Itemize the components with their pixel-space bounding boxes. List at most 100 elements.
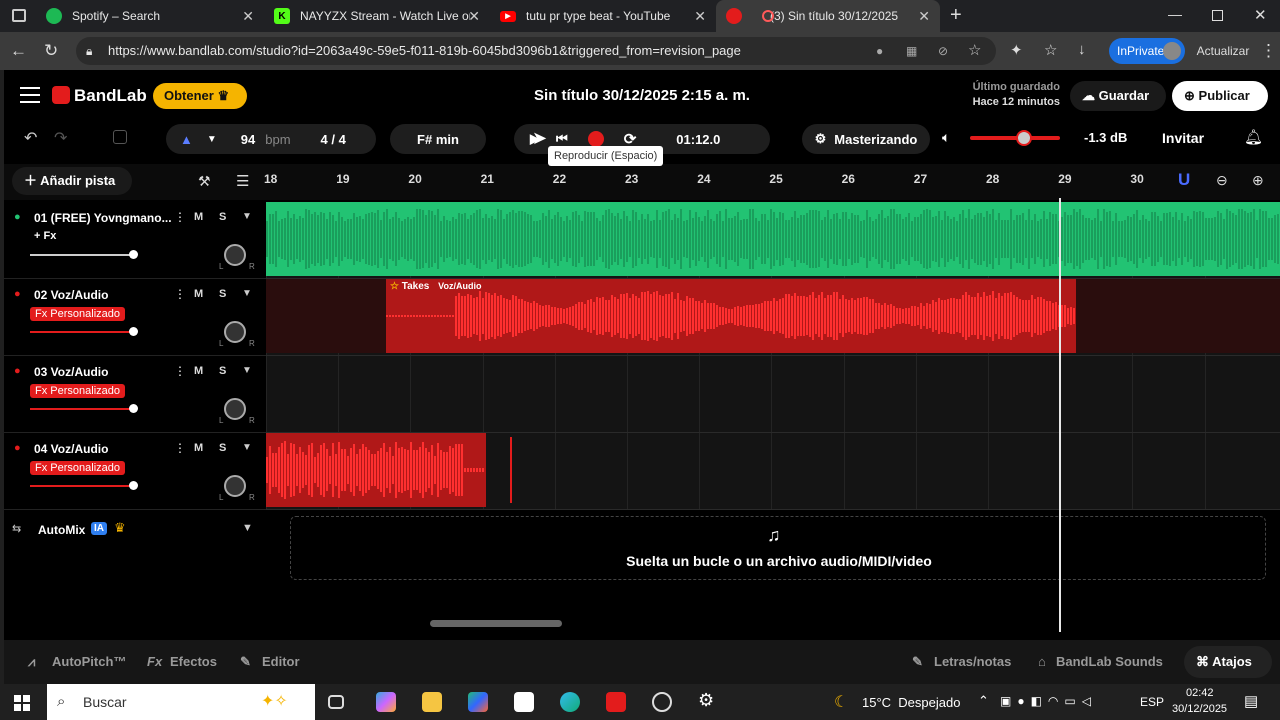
tab-kick[interactable]: K NAYYZX Stream - Watch Live on K ✕ [264,0,490,32]
task-view-icon[interactable] [328,695,344,709]
minimize-icon[interactable]: — [1168,6,1182,22]
more-icon[interactable]: ⋮ [174,287,186,301]
track-name[interactable]: 04 Voz/Audio [34,442,108,456]
mastering-button[interactable]: ⚙ Masterizando [802,124,930,154]
undo-icon[interactable]: ↶ [24,128,37,148]
track-name[interactable]: 01 (FREE) Yovngmano... [34,211,172,225]
effects-button[interactable]: Efectos [170,654,217,669]
master-volume-slider[interactable] [970,130,1060,146]
winrar-icon[interactable] [606,692,626,712]
solo-button[interactable]: S [219,365,226,377]
track-lane[interactable]: ☆ Takes Voz/Audio [266,279,1280,356]
horizontal-scrollbar[interactable] [430,620,562,627]
track-header[interactable]: ● 04 Voz/Audio ⋮ M S ▼ Fx Personalizado L R [4,433,266,510]
clock-date[interactable]: 30/12/2025 [1172,703,1227,715]
favorite-star-icon[interactable]: ☆ [968,37,981,65]
copilot-icon[interactable] [376,692,396,712]
mute-button[interactable]: M [194,365,203,377]
track-name[interactable]: 03 Voz/Audio [34,365,108,379]
chevron-down-icon[interactable]: ▼ [242,442,252,453]
file-explorer-icon[interactable] [422,692,442,712]
downloads-icon[interactable]: ↓ [1078,41,1086,58]
bandlab-sounds-button[interactable]: BandLab Sounds [1056,654,1163,669]
slider-handle[interactable] [128,327,138,336]
chevron-down-icon[interactable]: ▼ [242,365,252,376]
close-window-icon[interactable]: ✕ [1254,6,1267,24]
slider-handle[interactable] [128,250,138,259]
time-signature[interactable]: 4 / 4 [321,132,346,147]
tray-icons[interactable]: ▣●◧◠▭◁ [1000,694,1097,708]
new-tab-icon[interactable]: + [950,4,962,27]
close-icon[interactable]: ✕ [918,8,930,25]
close-icon[interactable]: ✕ [242,8,254,25]
mute-button[interactable]: M [194,211,203,223]
notifications-icon[interactable]: ▤ [1244,692,1258,710]
obs-icon[interactable] [652,692,672,712]
clock-time[interactable]: 02:42 [1186,687,1214,699]
weather[interactable]: 15°C Despejado [862,695,960,710]
pan-knob[interactable] [224,244,246,266]
shortcuts-button[interactable]: ⌘ Atajos [1184,646,1272,678]
speaker-icon[interactable]: 🔈︎ [942,129,950,146]
save-button[interactable]: ☁ Guardar [1070,81,1166,111]
metronome-icon[interactable]: ▲ [180,132,193,147]
slider-handle[interactable] [128,481,138,490]
favorites-icon[interactable]: ☆ [1044,41,1057,59]
audio-region[interactable] [266,202,1280,276]
tab-youtube[interactable]: ▶ tutu pr type beat - YouTube ✕ [490,0,716,32]
fx-button[interactable]: + Fx [34,230,56,242]
audio-region[interactable]: ☆ Takes Voz/Audio [386,279,1076,353]
mic-icon[interactable]: ● [14,365,21,377]
chevron-down-icon[interactable]: ▼ [242,211,252,222]
drop-zone[interactable]: ♫ Suelta un bucle o un archivo audio/MID… [290,516,1266,580]
more-icon[interactable]: ⋮ [174,364,186,378]
mic-icon[interactable]: ● [14,442,21,454]
mic-icon[interactable]: ● [14,211,21,223]
language[interactable]: ESP [1140,695,1164,709]
metronome-pill[interactable]: ▲ ▼ 94 bpm 4 / 4 [166,124,376,154]
refresh-icon[interactable]: ↻ [44,41,58,61]
track-header[interactable]: ● 02 Voz/Audio ⋮ M S ▼ Fx Personalizado L R [4,279,266,356]
redo-icon[interactable]: ↷ [54,128,67,148]
track-name[interactable]: 02 Voz/Audio [34,288,108,302]
loop-region-icon[interactable] [113,130,127,144]
close-icon[interactable]: ✕ [694,8,706,25]
tab-spotify[interactable]: Spotify – Search ✕ [36,0,264,32]
track-lane[interactable] [266,356,1280,433]
taskbar-search[interactable]: ⌕ Buscar ✦✧ [47,684,315,720]
project-title[interactable]: Sin título 30/12/2025 2:15 a. m. [484,87,800,104]
track-lane[interactable] [266,433,1280,510]
track-volume-slider[interactable] [30,481,138,490]
track-settings-icon[interactable]: ☰ [236,172,249,190]
solo-button[interactable]: S [219,288,226,300]
add-track-button[interactable]: ＋ Añadir pista [12,167,132,195]
lyrics-button[interactable]: Letras/notas [934,654,1011,669]
fx-button[interactable]: Fx Personalizado [30,384,125,398]
zoom-out-icon[interactable]: ⊖ [1216,172,1228,189]
more-icon[interactable]: ⋮ [174,210,186,224]
solo-button[interactable]: S [219,442,226,454]
solo-button[interactable]: S [219,211,226,223]
store-icon[interactable] [514,692,534,712]
more-icon[interactable]: ⋮ [1260,41,1277,61]
pan-knob[interactable] [224,475,246,497]
pan-knob[interactable] [224,398,246,420]
app-icon[interactable]: ▦ [906,37,917,65]
tuning-fork-icon[interactable]: ⚒ [198,173,211,190]
edge-icon[interactable] [560,692,580,712]
tracking-prevention-icon[interactable]: ⊘ [938,37,948,65]
automix-label[interactable]: AutoMix [38,523,85,537]
tab-actions-icon[interactable] [12,9,26,22]
zoom-in-icon[interactable]: ⊕ [1252,172,1264,189]
ruler[interactable] [266,164,1166,200]
mic-icon[interactable]: ● [876,37,883,65]
key-selector[interactable]: F# min [390,124,486,154]
obtener-button[interactable]: Obtener ♛ [153,83,247,109]
skip-back-icon[interactable]: ⏮ [556,131,568,147]
windows-start-icon[interactable] [14,695,30,711]
more-icon[interactable]: ⋮ [174,441,186,455]
settings-gear-icon[interactable]: ⚙ [698,690,718,710]
fx-button[interactable]: Fx Personalizado [30,307,125,321]
mic-icon[interactable]: ● [14,288,21,300]
track-volume-slider[interactable] [30,250,138,259]
